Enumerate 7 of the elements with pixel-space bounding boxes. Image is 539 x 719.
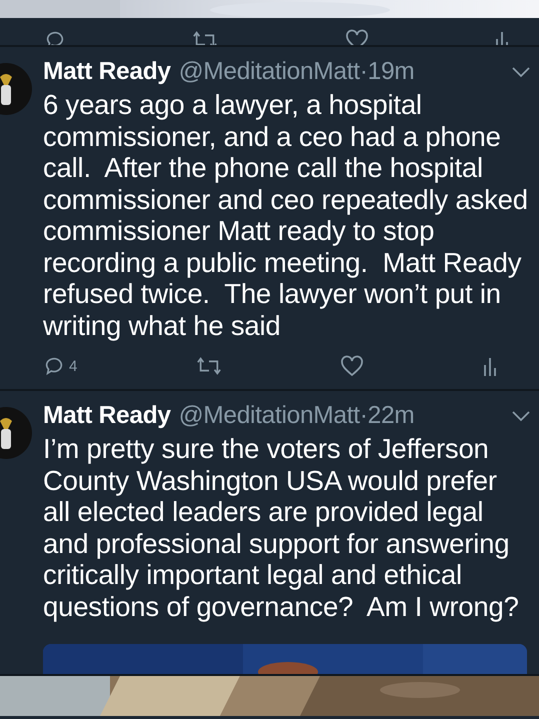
tweet-text: 6 years ago a lawyer, a hospital commissioner, and a ceo had a phone call. After the phone call the hospital commissioner and ceo repeatedly asked commissioner Matt ready to stop recording a public meeting. Matt Ready refused twice. The lawyer won’t put in writing what he said: [43, 89, 529, 341]
handle-and-time: @MeditationMatt·22m: [178, 401, 416, 431]
reply-count: 4: [69, 358, 78, 374]
user-name[interactable]: Matt Ready: [43, 57, 171, 87]
handle-and-time: @MeditationMatt·19m: [178, 57, 416, 87]
tweet-text: I’m pretty sure the voters of Jefferson County Washington USA would prefer all elected leaders are provided legal and professional support for answering critically important legal and ethical questions of governance? Am I wrong?: [43, 433, 520, 622]
user-name[interactable]: Matt Ready: [43, 401, 171, 431]
